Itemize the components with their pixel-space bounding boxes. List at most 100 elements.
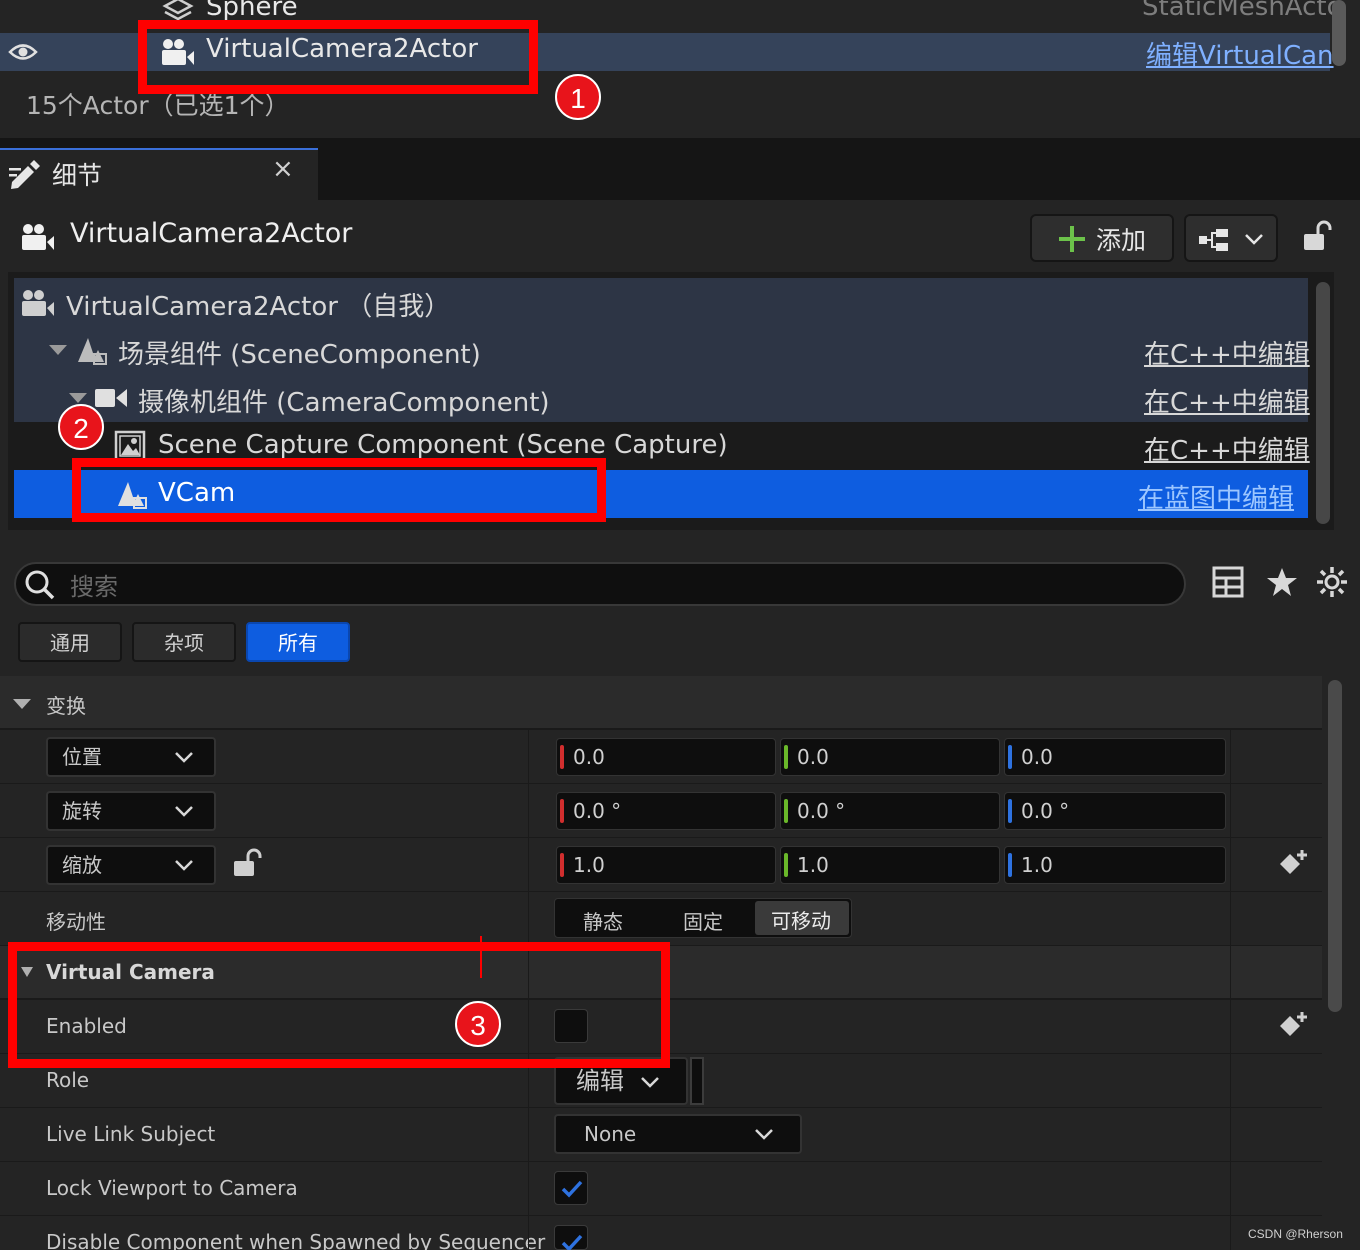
live-link-subject-dropdown[interactable]: None (554, 1114, 802, 1154)
expand-arrow-icon[interactable] (48, 344, 68, 356)
property-disable-component: Disable Component when Spawned by Sequen… (0, 1216, 1322, 1250)
outliner-item-label: Sphere (206, 0, 298, 22)
scale-mode-dropdown[interactable]: 缩放 (46, 845, 216, 885)
field-value: 0.0 ° (1021, 799, 1070, 823)
tree-item-scene-component[interactable]: 场景组件 (SceneComponent) 在C++中编辑 (14, 326, 1310, 374)
eye-icon[interactable] (8, 41, 38, 63)
collapse-arrow-icon (12, 698, 32, 710)
annotation-cursor-line (480, 936, 482, 978)
search-bar[interactable]: 搜索 (14, 562, 1186, 606)
checkmark-icon (561, 1180, 583, 1198)
mesh-icon (162, 0, 194, 22)
field-value: 1.0 (573, 853, 605, 877)
dropdown-label: 缩放 (62, 853, 102, 877)
annotation-badge-3: 3 (455, 1001, 501, 1047)
location-z-field[interactable]: 0.0 (1004, 738, 1226, 776)
close-icon[interactable]: × (272, 154, 294, 184)
tree-item-label: VirtualCamera2Actor （自我） (66, 292, 451, 322)
edit-in-cpp-link[interactable]: 在C++中编辑 (1144, 334, 1310, 371)
watermark-text: CSDN @Rherson (1248, 1227, 1343, 1241)
property-rotation: 旋转 0.0 ° 0.0 ° 0.0 ° (0, 784, 1322, 838)
scale-z-field[interactable]: 1.0 (1004, 846, 1226, 884)
selected-actor-name: VirtualCamera2Actor (70, 218, 353, 249)
search-icon (24, 569, 56, 601)
field-value: 0.0 (797, 745, 829, 769)
keyframe-add-icon[interactable] (1276, 848, 1310, 880)
location-mode-dropdown[interactable]: 位置 (46, 737, 216, 777)
rotation-mode-dropdown[interactable]: 旋转 (46, 791, 216, 831)
tree-item-label: 场景组件 (SceneComponent) (118, 340, 481, 370)
mobility-static-option[interactable]: 静态 (583, 906, 623, 935)
keyframe-add-icon[interactable] (1276, 1010, 1310, 1042)
filter-general-button[interactable]: 通用 (18, 622, 122, 662)
field-value: 0.0 ° (797, 799, 846, 823)
mobility-stationary-option[interactable]: 固定 (683, 906, 723, 935)
field-value: 0.0 (1021, 745, 1053, 769)
star-icon[interactable] (1266, 566, 1298, 598)
edit-actor-link[interactable]: 编辑VirtualCan (1146, 35, 1334, 72)
property-location: 位置 0.0 0.0 0.0 (0, 730, 1322, 784)
tab-details[interactable]: 细节 × (0, 148, 318, 200)
column-divider (1230, 730, 1231, 1250)
location-y-field[interactable]: 0.0 (780, 738, 1000, 776)
edit-in-cpp-link[interactable]: 在C++中编辑 (1144, 382, 1310, 419)
camera-actor-icon (20, 288, 56, 318)
pencil-icon (8, 158, 42, 190)
annotation-box-1 (138, 20, 538, 94)
option-label: 可移动 (771, 909, 831, 933)
mobility-movable-option[interactable]: 可移动 (755, 901, 849, 935)
chevron-down-icon (1244, 233, 1264, 247)
expand-arrow-icon[interactable] (68, 392, 88, 404)
outliner-scrollbar[interactable] (1332, 0, 1346, 66)
tree-item-label: 摄像机组件 (CameraComponent) (138, 388, 550, 418)
tree-scrollbar[interactable] (1316, 282, 1330, 524)
field-value: 1.0 (1021, 853, 1053, 877)
filter-all-button[interactable]: 所有 (246, 622, 350, 662)
property-label: Live Link Subject (46, 1122, 216, 1146)
dropdown-label: 编辑 (576, 1067, 624, 1095)
role-edit-handle[interactable] (690, 1057, 704, 1105)
gear-icon[interactable] (1316, 566, 1348, 598)
dropdown-label: 位置 (62, 745, 102, 769)
disable-component-checkbox[interactable] (554, 1225, 588, 1250)
chevron-down-icon (174, 859, 194, 873)
dropdown-label: None (584, 1122, 637, 1146)
table-view-icon[interactable] (1212, 566, 1244, 598)
unlock-icon[interactable] (232, 848, 262, 878)
add-component-button[interactable]: 添加 (1030, 214, 1174, 262)
tree-item-label: Scene Capture Component (Scene Capture) (158, 430, 728, 460)
blueprint-options-button[interactable] (1184, 214, 1278, 262)
scale-y-field[interactable]: 1.0 (780, 846, 1000, 884)
edit-in-blueprint-link[interactable]: 在蓝图中编辑 (1138, 478, 1294, 515)
location-x-field[interactable]: 0.0 (556, 738, 776, 776)
chevron-down-icon (640, 1076, 660, 1090)
rotation-x-field[interactable]: 0.0 ° (556, 792, 776, 830)
filter-misc-button[interactable]: 杂项 (132, 622, 236, 662)
category-label: 变换 (46, 694, 86, 718)
field-value: 1.0 (797, 853, 829, 877)
tab-details-label: 细节 (52, 161, 103, 190)
chevron-down-icon (174, 805, 194, 819)
unlock-icon[interactable] (1302, 220, 1332, 252)
annotation-badge-1: 1 (555, 74, 601, 120)
add-button-label: 添加 (1096, 226, 1147, 255)
camera-component-icon (94, 386, 128, 410)
property-mobility: 移动性 静态 固定 可移动 (0, 892, 1322, 946)
hierarchy-icon (1198, 228, 1232, 252)
tree-item-camera-component[interactable]: 摄像机组件 (CameraComponent) 在C++中编辑 (14, 374, 1310, 422)
property-label: 移动性 (46, 910, 106, 934)
lock-viewport-checkbox[interactable] (554, 1171, 588, 1205)
property-lock-viewport: Lock Viewport to Camera (0, 1162, 1322, 1216)
search-input[interactable]: 搜索 (70, 567, 118, 602)
tree-item-self[interactable]: VirtualCamera2Actor （自我） (14, 278, 1308, 326)
edit-in-cpp-link[interactable]: 在C++中编辑 (1144, 430, 1310, 467)
rotation-y-field[interactable]: 0.0 ° (780, 792, 1000, 830)
field-value: 0.0 ° (573, 799, 622, 823)
chevron-down-icon (754, 1128, 774, 1142)
category-transform[interactable]: 变换 (0, 676, 1322, 728)
scale-x-field[interactable]: 1.0 (556, 846, 776, 884)
rotation-z-field[interactable]: 0.0 ° (1004, 792, 1226, 830)
annotation-badge-2: 2 (58, 404, 104, 450)
chevron-down-icon (174, 751, 194, 765)
property-scrollbar[interactable] (1328, 680, 1342, 1012)
